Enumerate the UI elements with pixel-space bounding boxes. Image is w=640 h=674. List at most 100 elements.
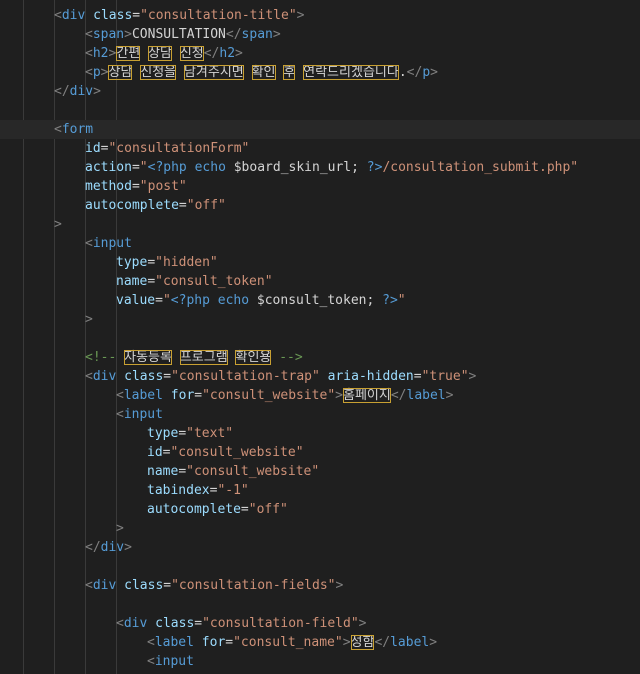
highlighted-korean-text: 후 xyxy=(283,65,296,80)
syntax-punctuation: > xyxy=(93,84,101,99)
syntax-attribute: autocomplete xyxy=(85,198,179,213)
code-line[interactable] xyxy=(0,329,640,348)
syntax-punctuation: > xyxy=(85,312,93,327)
syntax-text: $board_skin_url; xyxy=(225,160,367,175)
syntax-string: "consult_website" xyxy=(186,464,320,479)
syntax-string: "true" xyxy=(421,369,469,384)
code-line[interactable]: type="text" xyxy=(0,424,640,443)
code-line[interactable]: <input xyxy=(0,652,640,671)
syntax-attribute: method xyxy=(85,179,132,194)
code-line-current[interactable]: <form xyxy=(0,120,640,139)
syntax-text: = xyxy=(163,578,172,593)
highlighted-korean-text: 간편 xyxy=(116,46,141,61)
syntax-text: = xyxy=(155,293,163,308)
code-line[interactable]: <label for="consult_name">성함</label> xyxy=(0,633,640,652)
syntax-string: "post" xyxy=(139,179,187,194)
code-line[interactable]: autocomplete="off" xyxy=(0,196,640,215)
syntax-text: = xyxy=(147,255,156,270)
code-line[interactable]: </div> xyxy=(0,538,640,557)
syntax-punctuation: > xyxy=(116,521,124,536)
syntax-text xyxy=(295,65,303,80)
syntax-tag: h2 xyxy=(92,46,109,61)
syntax-punctuation: > xyxy=(272,27,281,42)
code-line[interactable]: <h2>간편 상담 신청</h2> xyxy=(0,44,640,63)
syntax-comment: <!-- xyxy=(85,350,125,365)
syntax-punctuation: > xyxy=(335,388,343,403)
syntax-punctuation: > xyxy=(124,540,132,555)
syntax-string: "consultationForm" xyxy=(108,141,250,156)
syntax-tag: label xyxy=(390,635,430,650)
syntax-text xyxy=(176,65,184,80)
syntax-punctuation: > xyxy=(335,578,344,593)
code-line[interactable]: method="post" xyxy=(0,177,640,196)
code-line[interactable]: <div class="consultation-field"> xyxy=(0,614,640,633)
syntax-string: "consult_website" xyxy=(170,445,304,460)
highlighted-korean-text: 연락드리겠습니다 xyxy=(303,65,399,80)
syntax-text: = xyxy=(240,502,249,517)
code-line[interactable]: </div> xyxy=(0,82,640,101)
code-line[interactable]: <!-- 자동등록 프로그램 확인용 --> xyxy=(0,348,640,367)
syntax-tag: input xyxy=(123,407,163,422)
syntax-punctuation: > xyxy=(445,388,454,403)
code-line[interactable] xyxy=(0,101,640,120)
code-line[interactable]: <div class="consultation-title"> xyxy=(0,6,640,25)
syntax-tag: ?> xyxy=(382,293,398,308)
code-line[interactable]: <p>상담 신청을 남겨주시면 확인 후 연락드리겠습니다.</p> xyxy=(0,63,640,82)
code-line[interactable]: type="hidden" xyxy=(0,253,640,272)
syntax-text: CONSULTATION xyxy=(131,27,226,42)
syntax-text: . xyxy=(398,65,407,80)
syntax-text: = xyxy=(178,426,187,441)
syntax-text: = xyxy=(225,635,234,650)
code-line[interactable]: > xyxy=(0,215,640,234)
syntax-tag: h2 xyxy=(219,46,236,61)
syntax-text xyxy=(194,635,202,650)
syntax-string: "consultation-fields" xyxy=(171,578,336,593)
code-line[interactable]: <label for="consult_website">홈페이지</label… xyxy=(0,386,640,405)
syntax-punctuation: > xyxy=(468,369,477,384)
syntax-tag: label xyxy=(154,635,194,650)
syntax-attribute: name xyxy=(147,464,179,479)
code-line[interactable]: value="<?php echo $consult_token; ?>" xyxy=(0,291,640,310)
code-line[interactable] xyxy=(0,557,640,576)
code-line[interactable]: name="consult_website" xyxy=(0,462,640,481)
code-line[interactable]: <div class="consultation-fields"> xyxy=(0,576,640,595)
syntax-text xyxy=(163,388,171,403)
syntax-text xyxy=(320,369,328,384)
code-line[interactable]: id="consult_website" xyxy=(0,443,640,462)
syntax-punctuation: > xyxy=(358,616,367,631)
syntax-attribute: id xyxy=(85,141,101,156)
syntax-punctuation: > xyxy=(430,65,438,80)
code-line[interactable]: autocomplete="off" xyxy=(0,500,640,519)
code-line[interactable]: > xyxy=(0,310,640,329)
code-editor[interactable]: <div class="consultation-title"> <span>CO… xyxy=(0,0,640,674)
syntax-tag: label xyxy=(406,388,446,403)
code-line[interactable]: tabindex="-1" xyxy=(0,481,640,500)
syntax-tag: <?php xyxy=(170,293,210,308)
code-line[interactable]: name="consult_token" xyxy=(0,272,640,291)
syntax-tag: p xyxy=(92,65,101,80)
syntax-text: = xyxy=(178,198,187,213)
code-line[interactable]: <div class="consultation-trap" aria-hidd… xyxy=(0,367,640,386)
highlighted-korean-text: 상담 xyxy=(148,46,172,61)
highlighted-korean-text: 프로그램 xyxy=(179,350,228,365)
syntax-punctuation: > xyxy=(124,27,132,42)
highlighted-korean-text: 홈페이지 xyxy=(343,388,391,403)
syntax-attribute: tabindex xyxy=(147,483,210,498)
code-line[interactable]: <input xyxy=(0,234,640,253)
syntax-punctuation: > xyxy=(342,635,351,650)
syntax-comment: --> xyxy=(271,350,303,365)
code-line[interactable]: <input xyxy=(0,405,640,424)
syntax-tag: div xyxy=(100,540,125,555)
code-line[interactable]: > xyxy=(0,519,640,538)
syntax-text xyxy=(85,8,93,23)
code-line[interactable]: action="<?php echo $board_skin_url; ?>/c… xyxy=(0,158,640,177)
code-line[interactable]: id="consultationForm" xyxy=(0,139,640,158)
syntax-string: "consultation-trap" xyxy=(171,369,320,384)
syntax-punctuation: </ xyxy=(374,635,391,650)
code-line[interactable]: <span>CONSULTATION</span> xyxy=(0,25,640,44)
syntax-punctuation: > xyxy=(429,635,438,650)
syntax-text xyxy=(244,65,252,80)
syntax-tag: span xyxy=(92,27,125,42)
syntax-text: = xyxy=(413,369,422,384)
code-line[interactable] xyxy=(0,595,640,614)
